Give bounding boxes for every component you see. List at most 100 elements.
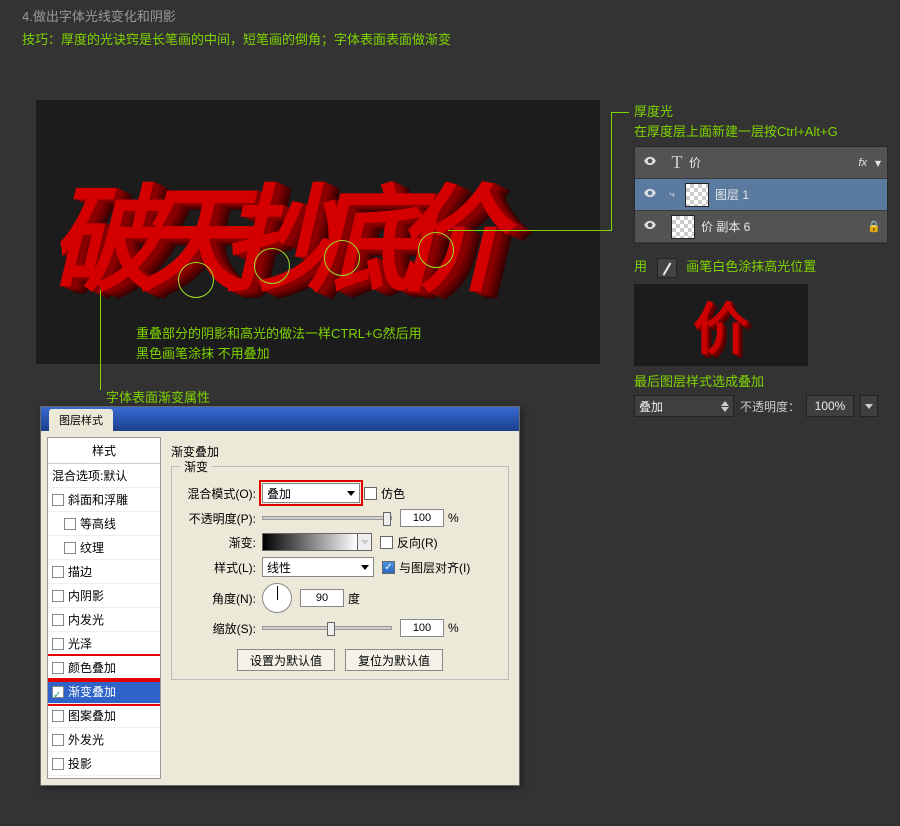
angle-dial[interactable] [262,583,292,613]
layer-row-copy[interactable]: 价 副本 6 🔒 [635,211,887,243]
degree-label: 度 [348,590,360,607]
dither-label: 仿色 [381,485,405,502]
annotation-text: 画笔白色涂抹高光位置 [686,259,816,274]
style-item-innerglow[interactable]: 内发光 [48,608,160,632]
highlight-circle-3 [324,240,360,276]
red-3d-text: 破天抄底价 [50,146,480,314]
scale-input[interactable] [400,619,444,637]
opacity-input[interactable] [400,509,444,527]
gradient-dropdown-button[interactable] [358,533,372,551]
visibility-toggle[interactable] [635,218,665,235]
checkbox[interactable] [52,494,64,506]
callout-line [448,230,612,231]
layer-name: 图层 1 [715,186,749,203]
gradient-fieldset: 渐变 混合模式(O): 叠加 仿色 不透明度(P): % 渐变: [171,466,509,680]
layer-thumbnail[interactable] [685,183,709,207]
style-item-gradoverlay[interactable]: 渐变叠加 [48,680,160,704]
checkbox[interactable] [52,614,64,626]
brush-icon [657,258,677,278]
style-item-label: 投影 [68,755,92,772]
callout-line [611,112,629,113]
checkbox[interactable] [52,566,64,578]
angle-label: 角度(N): [180,590,256,607]
style-item-label: 描边 [68,563,92,580]
blendmode-select[interactable]: 叠加 [262,483,360,503]
layer-style-dialog: 图层样式 样式 混合选项:默认 斜面和浮雕 等高线 纹理 描边 内阴影 内发光 … [40,406,520,786]
reverse-label: 反向(R) [397,534,438,551]
gradient-preview[interactable] [262,533,358,551]
style-item-label: 内发光 [68,611,104,628]
layer-row-text[interactable]: T 价 fx ▾ [635,147,887,179]
style-item-coloroverlay[interactable]: 颜色叠加 [48,656,160,680]
style-item-label: 外发光 [68,731,104,748]
mini-preview: 价 [634,284,808,366]
checkbox[interactable] [52,638,64,650]
style-item-patternoverlay[interactable]: 图案叠加 [48,704,160,728]
style-item-innershadow[interactable]: 内阴影 [48,584,160,608]
opacity-dropdown-button[interactable] [860,395,878,417]
select-value: 线性 [267,559,291,576]
annotation-text: 重叠部分的阴影和高光的做法一样CTRL+G然后用 [136,326,422,341]
highlight-circle-2 [254,248,290,284]
style-select[interactable]: 线性 [262,557,374,577]
style-item-stroke[interactable]: 描边 [48,560,160,584]
percent-label: % [448,621,459,635]
step-title: 4.做出字体光线变化和阴影 [0,0,900,25]
group-title: 渐变叠加 [171,443,509,460]
style-item-label: 颜色叠加 [68,659,116,676]
checkbox[interactable] [52,758,64,770]
opacity-value-field[interactable]: 100% [806,395,854,417]
checkbox[interactable] [52,662,64,674]
checkbox[interactable] [64,518,76,530]
layer-thumbnail[interactable] [671,215,695,239]
chevron-down-icon[interactable]: ▾ [875,156,881,170]
layer-fx-indicator[interactable]: fx [858,157,867,169]
visibility-toggle[interactable] [635,186,665,203]
layer-name: 价 副本 6 [701,218,750,235]
style-item-outerglow[interactable]: 外发光 [48,728,160,752]
style-item-contour[interactable]: 等高线 [48,512,160,536]
gradient-label: 渐变: [180,534,256,551]
style-list-header[interactable]: 样式 [48,438,160,464]
checkbox-checked[interactable] [52,686,64,698]
style-item-label: 斜面和浮雕 [68,491,128,508]
checkbox[interactable] [52,710,64,722]
align-checkbox-checked[interactable] [382,561,395,574]
scale-slider[interactable] [262,626,392,630]
style-list: 样式 混合选项:默认 斜面和浮雕 等高线 纹理 描边 内阴影 内发光 光泽 颜色… [47,437,161,779]
type-layer-icon: T [665,152,689,173]
checkbox[interactable] [64,542,76,554]
checkbox[interactable] [52,734,64,746]
mini-red-text: 价 [693,285,749,366]
highlight-circle-1 [178,262,214,298]
style-options-pane: 渐变叠加 渐变 混合模式(O): 叠加 仿色 不透明度(P): % 渐变: [161,431,519,785]
make-default-button[interactable]: 设置为默认值 [237,649,335,671]
highlight-circle-4 [418,232,454,268]
annotation-final-blend: 最后图层样式选成叠加 [634,372,764,392]
reset-default-button[interactable]: 复位为默认值 [345,649,443,671]
style-item-label: 内阴影 [68,587,104,604]
annotation-text: 用 [634,259,647,274]
blend-mode-value: 叠加 [639,398,663,415]
angle-input[interactable] [300,589,344,607]
blendmode-label: 混合模式(O): [180,485,256,502]
opacity-slider[interactable] [262,516,392,520]
dialog-titlebar[interactable]: 图层样式 [41,407,519,431]
reverse-checkbox[interactable] [380,536,393,549]
layer-row-layer1[interactable]: ⤷ 图层 1 [635,179,887,211]
style-item-texture[interactable]: 纹理 [48,536,160,560]
style-item-bevel[interactable]: 斜面和浮雕 [48,488,160,512]
visibility-toggle[interactable] [635,154,665,171]
checkbox[interactable] [52,590,64,602]
style-item-label: 等高线 [80,515,116,532]
dither-checkbox[interactable] [364,487,377,500]
style-label: 样式(L): [180,559,256,576]
style-item-satin[interactable]: 光泽 [48,632,160,656]
scale-label: 缩放(S): [180,620,256,637]
callout-line [611,112,612,231]
blend-options-item[interactable]: 混合选项:默认 [48,464,160,488]
blend-mode-select[interactable]: 叠加 [634,395,734,417]
annotation-thickness-title: 厚度光 [634,102,673,122]
lock-icon[interactable]: 🔒 [867,220,881,233]
style-item-dropshadow[interactable]: 投影 [48,752,160,776]
